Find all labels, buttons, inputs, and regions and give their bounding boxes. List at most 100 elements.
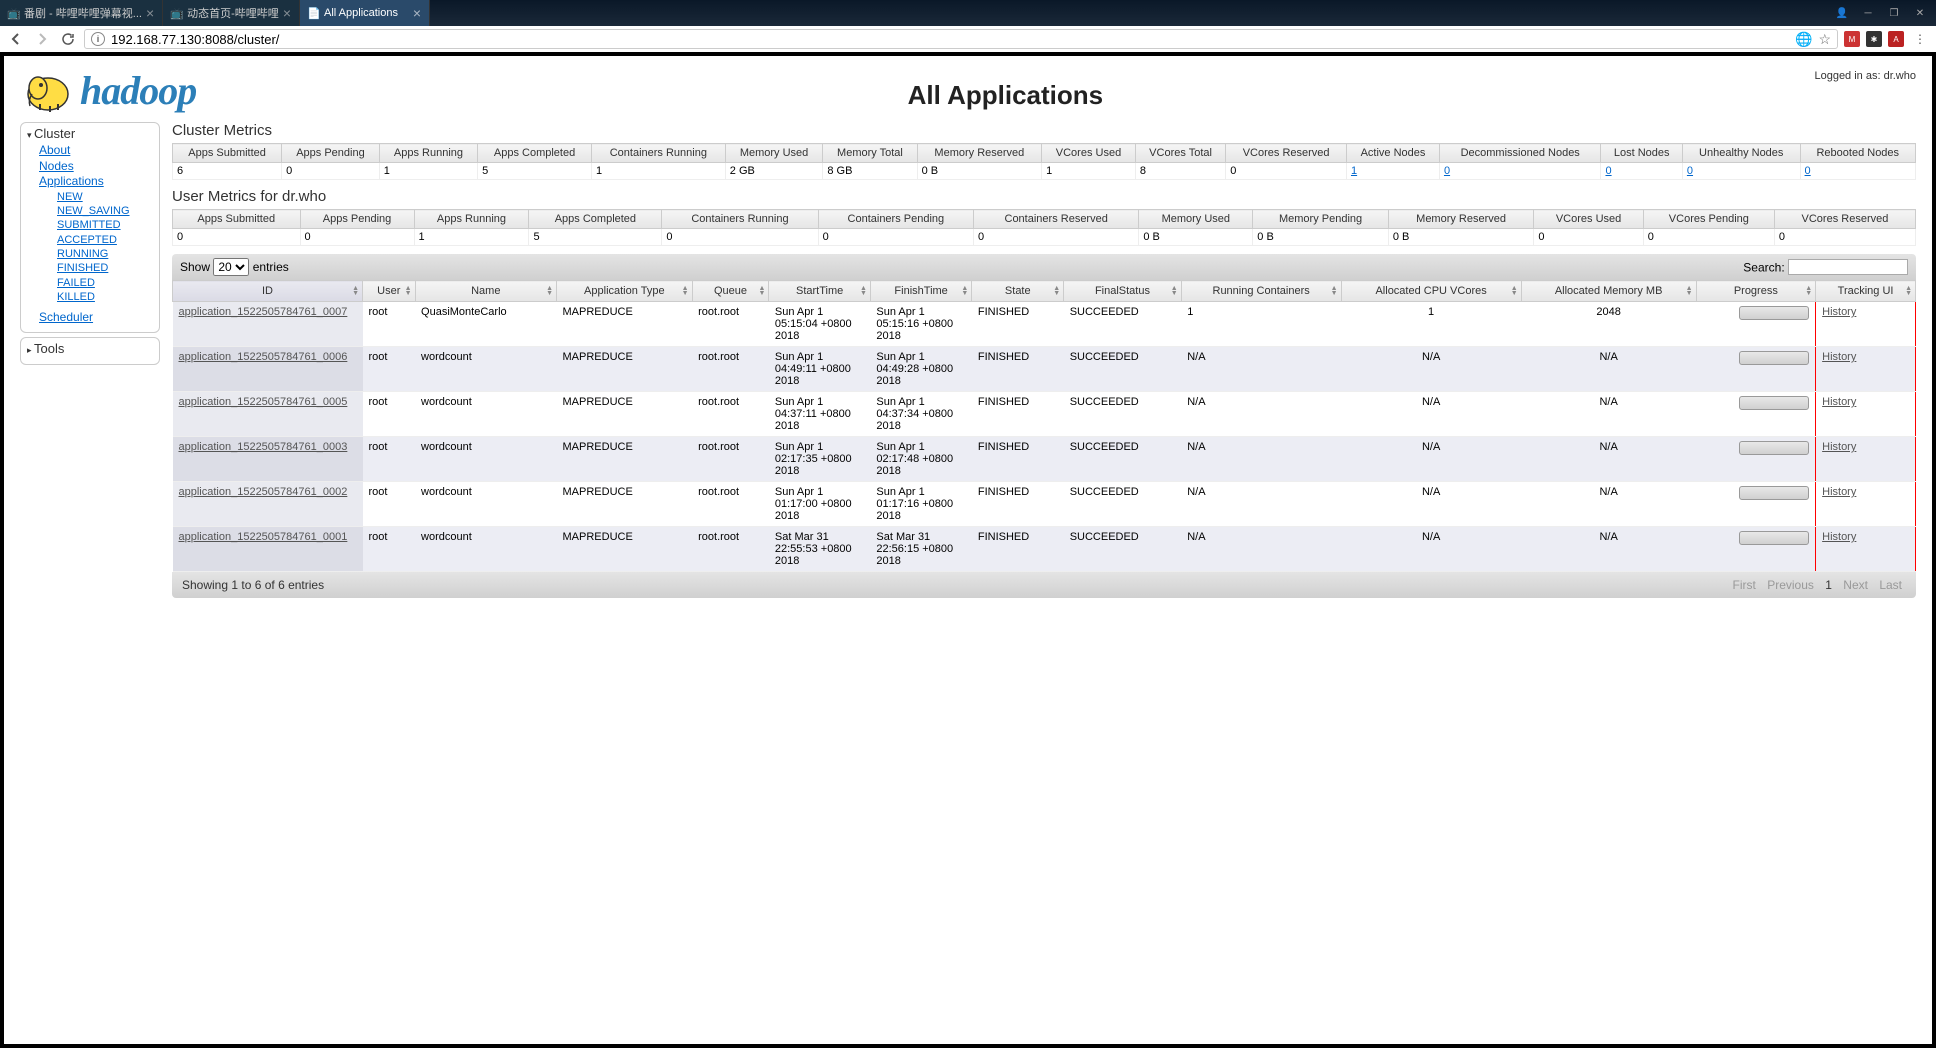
tracking-link[interactable]: History (1822, 441, 1856, 453)
nav-link-killed[interactable]: KILLED (57, 290, 153, 304)
url-bar[interactable]: i 192.168.77.130:8088/cluster/ 🌐 ☆ (84, 29, 1838, 49)
cell-tracking: History (1816, 482, 1916, 527)
cell-type: MAPREDUCE (557, 482, 693, 527)
bookmark-icon[interactable]: ☆ (1818, 31, 1831, 48)
metric-value: 0 (300, 229, 414, 246)
column-header[interactable]: Application Type▲▼ (557, 281, 693, 302)
cluster-metrics-title: Cluster Metrics (172, 122, 1916, 139)
datatable-footer: Showing 1 to 6 of 6 entries First Previo… (172, 572, 1916, 598)
tracking-link[interactable]: History (1822, 351, 1856, 363)
column-header[interactable]: FinishTime▲▼ (870, 281, 971, 302)
entries-select[interactable]: 20 (213, 258, 249, 276)
nav-header-cluster[interactable]: Cluster (27, 126, 153, 141)
metric-header: VCores Pending (1643, 210, 1774, 229)
app-id-link[interactable]: application_1522505784761_0005 (179, 396, 348, 408)
column-header[interactable]: User▲▼ (363, 281, 416, 302)
info-icon[interactable]: i (91, 32, 105, 46)
tracking-link[interactable]: History (1822, 396, 1856, 408)
nav-link-submitted[interactable]: SUBMITTED (57, 218, 153, 232)
cell-type: MAPREDUCE (557, 302, 693, 347)
nav-link-about[interactable]: About (39, 143, 153, 159)
cell-tracking: History (1816, 347, 1916, 392)
column-header[interactable]: Allocated Memory MB▲▼ (1521, 281, 1696, 302)
app-id-link[interactable]: application_1522505784761_0003 (179, 441, 348, 453)
column-header[interactable]: StartTime▲▼ (769, 281, 870, 302)
metric-value: 1 (1042, 163, 1136, 180)
close-icon[interactable]: × (413, 5, 421, 21)
app-id-link[interactable]: application_1522505784761_0002 (179, 486, 348, 498)
column-header[interactable]: Queue▲▼ (692, 281, 769, 302)
table-row: application_1522505784761_0003rootwordco… (173, 437, 1916, 482)
metric-header: Unhealthy Nodes (1682, 144, 1800, 163)
column-header[interactable]: Name▲▼ (415, 281, 556, 302)
page-prev[interactable]: Previous (1767, 578, 1814, 592)
nav-header-tools[interactable]: Tools (27, 341, 153, 356)
column-header[interactable]: Allocated CPU VCores▲▼ (1341, 281, 1521, 302)
nav-link-running[interactable]: RUNNING (57, 247, 153, 261)
tracking-link[interactable]: History (1822, 486, 1856, 498)
column-header[interactable]: FinalStatus▲▼ (1064, 281, 1182, 302)
table-info: Showing 1 to 6 of 6 entries (182, 578, 324, 592)
browser-tab-2[interactable]: 📄 All Applications × (300, 0, 430, 26)
metric-header: Apps Submitted (173, 210, 301, 229)
nav-link-nodes[interactable]: Nodes (39, 159, 153, 175)
extension-icon-1[interactable]: M (1844, 31, 1860, 47)
page-last[interactable]: Last (1879, 578, 1902, 592)
cell-vcores: N/A (1341, 392, 1521, 437)
nav-link-scheduler[interactable]: Scheduler (39, 310, 153, 326)
cell-id: application_1522505784761_0002 (173, 482, 363, 527)
nav-link-accepted[interactable]: ACCEPTED (57, 233, 153, 247)
search-input[interactable] (1788, 259, 1908, 275)
metric-header: Containers Pending (818, 210, 973, 229)
cell-memory: N/A (1521, 482, 1696, 527)
nav-link-new[interactable]: NEW (57, 190, 153, 204)
metric-value: 2 GB (725, 163, 823, 180)
forward-button[interactable] (32, 29, 52, 49)
minimize-button[interactable]: ─ (1856, 3, 1880, 23)
nav-link-applications[interactable]: Applications (39, 174, 153, 190)
app-id-link[interactable]: application_1522505784761_0006 (179, 351, 348, 363)
reload-button[interactable] (58, 29, 78, 49)
menu-icon[interactable]: ⋮ (1910, 29, 1930, 49)
metric-header: VCores Reserved (1774, 210, 1915, 229)
login-info: Logged in as: dr.who (1814, 66, 1916, 82)
nav-link-finished[interactable]: FINISHED (57, 261, 153, 275)
page-first[interactable]: First (1733, 578, 1756, 592)
user-icon[interactable]: 👤 (1830, 3, 1854, 23)
page-current[interactable]: 1 (1825, 578, 1832, 592)
extension-icon-3[interactable]: A (1888, 31, 1904, 47)
back-button[interactable] (6, 29, 26, 49)
translate-icon[interactable]: 🌐 (1795, 31, 1812, 48)
close-icon[interactable]: × (283, 5, 291, 21)
extension-icon-2[interactable]: ✱ (1866, 31, 1882, 47)
metric-value: 0 (1800, 163, 1915, 180)
metric-value: 8 GB (823, 163, 917, 180)
app-id-link[interactable]: application_1522505784761_0007 (179, 306, 348, 318)
page-next[interactable]: Next (1843, 578, 1868, 592)
column-header[interactable]: Tracking UI▲▼ (1816, 281, 1916, 302)
tracking-link[interactable]: History (1822, 306, 1856, 318)
column-header[interactable]: ID▲▼ (173, 281, 363, 302)
metric-value: 0 B (1139, 229, 1253, 246)
browser-tab-1[interactable]: 📺 动态首页-哔哩哔哩 × (163, 0, 300, 26)
close-icon[interactable]: × (146, 5, 154, 21)
cell-vcores: N/A (1341, 347, 1521, 392)
app-id-link[interactable]: application_1522505784761_0001 (179, 531, 348, 543)
column-header[interactable]: State▲▼ (972, 281, 1064, 302)
cell-user: root (363, 347, 416, 392)
tracking-link[interactable]: History (1822, 531, 1856, 543)
column-header[interactable]: Progress▲▼ (1696, 281, 1816, 302)
browser-tab-0[interactable]: 📺 番剧 - 哔哩哔哩弹幕视... × (0, 0, 163, 26)
maximize-button[interactable]: ❐ (1882, 3, 1906, 23)
logo-text: hadoop (80, 67, 196, 114)
sort-icon: ▲▼ (758, 286, 765, 296)
nav-link-failed[interactable]: FAILED (57, 276, 153, 290)
close-button[interactable]: ✕ (1908, 3, 1932, 23)
cell-finish: Sun Apr 1 05:15:16 +0800 2018 (870, 302, 971, 347)
progress-bar (1739, 396, 1809, 410)
cell-containers: N/A (1181, 347, 1341, 392)
cell-name: wordcount (415, 527, 556, 572)
column-header[interactable]: Running Containers▲▼ (1181, 281, 1341, 302)
nav-link-new-saving[interactable]: NEW_SAVING (57, 204, 153, 218)
metric-value: 5 (529, 229, 662, 246)
